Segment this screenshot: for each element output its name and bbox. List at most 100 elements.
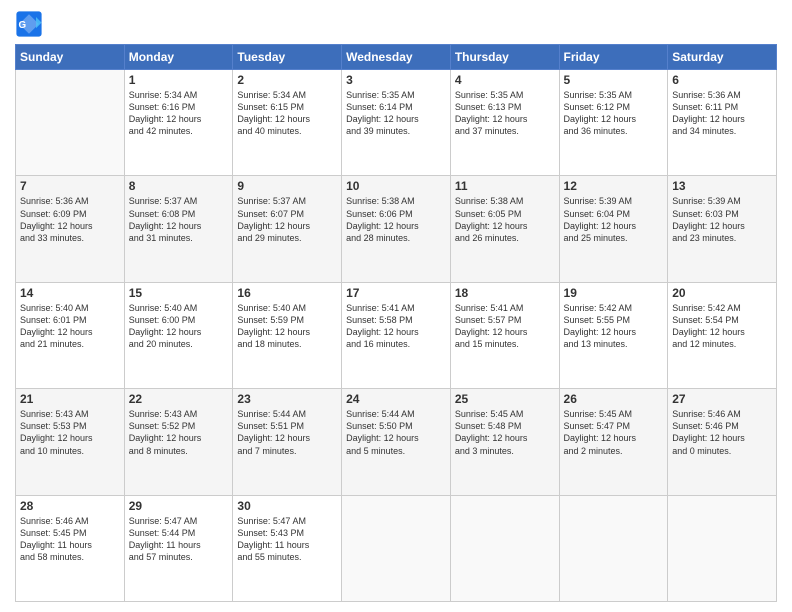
day-cell: 18 Sunrise: 5:41 AM Sunset: 5:57 PM Dayli… [450,282,559,388]
day-cell: 7 Sunrise: 5:36 AM Sunset: 6:09 PM Daylig… [16,176,125,282]
day-number: 27 [672,392,772,406]
day-number: 7 [20,179,120,193]
day-info: Sunrise: 5:47 AM Sunset: 5:43 PM Dayligh… [237,515,337,564]
day-info: Sunrise: 5:39 AM Sunset: 6:03 PM Dayligh… [672,195,772,244]
weekday-header-tuesday: Tuesday [233,45,342,70]
day-cell: 3 Sunrise: 5:35 AM Sunset: 6:14 PM Daylig… [342,70,451,176]
day-info: Sunrise: 5:43 AM Sunset: 5:52 PM Dayligh… [129,408,229,457]
day-number: 12 [564,179,664,193]
day-cell: 19 Sunrise: 5:42 AM Sunset: 5:55 PM Dayli… [559,282,668,388]
day-cell: 30 Sunrise: 5:47 AM Sunset: 5:43 PM Dayli… [233,495,342,601]
day-cell: 28Sunrise: 5:46 AM Sunset: 5:45 PM Dayli… [16,495,125,601]
day-number: 4 [455,73,555,87]
day-info: Sunrise: 5:38 AM Sunset: 6:05 PM Dayligh… [455,195,555,244]
day-number: 17 [346,286,446,300]
day-number: 6 [672,73,772,87]
logo-icon: G [15,10,43,38]
day-cell: 13 Sunrise: 5:39 AM Sunset: 6:03 PM Dayli… [668,176,777,282]
svg-text:G: G [19,20,27,31]
day-info: Sunrise: 5:44 AM Sunset: 5:50 PM Dayligh… [346,408,446,457]
weekday-header-row: SundayMondayTuesdayWednesdayThursdayFrid… [16,45,777,70]
day-info: Sunrise: 5:36 AM Sunset: 6:09 PM Dayligh… [20,195,120,244]
day-number: 10 [346,179,446,193]
day-info: Sunrise: 5:34 AM Sunset: 6:15 PM Dayligh… [237,89,337,138]
day-info: Sunrise: 5:37 AM Sunset: 6:07 PM Dayligh… [237,195,337,244]
day-cell: 23 Sunrise: 5:44 AM Sunset: 5:51 PM Dayli… [233,389,342,495]
day-number: 18 [455,286,555,300]
day-number: 9 [237,179,337,193]
week-row-4: 21 Sunrise: 5:43 AM Sunset: 5:53 PM Dayli… [16,389,777,495]
day-info: Sunrise: 5:40 AM Sunset: 6:00 PM Dayligh… [129,302,229,351]
day-cell: 8Sunrise: 5:37 AM Sunset: 6:08 PM Daylig… [124,176,233,282]
week-row-2: 7 Sunrise: 5:36 AM Sunset: 6:09 PM Daylig… [16,176,777,282]
day-cell: 29Sunrise: 5:47 AM Sunset: 5:44 PM Dayli… [124,495,233,601]
day-cell: 27Sunrise: 5:46 AM Sunset: 5:46 PM Dayli… [668,389,777,495]
day-info: Sunrise: 5:35 AM Sunset: 6:12 PM Dayligh… [564,89,664,138]
weekday-header-saturday: Saturday [668,45,777,70]
day-cell: 25Sunrise: 5:45 AM Sunset: 5:48 PM Dayli… [450,389,559,495]
day-cell: 12Sunrise: 5:39 AM Sunset: 6:04 PM Dayli… [559,176,668,282]
day-cell [450,495,559,601]
day-cell: 10Sunrise: 5:38 AM Sunset: 6:06 PM Dayli… [342,176,451,282]
day-number: 15 [129,286,229,300]
day-info: Sunrise: 5:34 AM Sunset: 6:16 PM Dayligh… [129,89,229,138]
day-info: Sunrise: 5:40 AM Sunset: 6:01 PM Dayligh… [20,302,120,351]
day-number: 29 [129,499,229,513]
day-number: 30 [237,499,337,513]
day-cell: 6 Sunrise: 5:36 AM Sunset: 6:11 PM Daylig… [668,70,777,176]
day-cell: 17Sunrise: 5:41 AM Sunset: 5:58 PM Dayli… [342,282,451,388]
day-info: Sunrise: 5:37 AM Sunset: 6:08 PM Dayligh… [129,195,229,244]
weekday-header-friday: Friday [559,45,668,70]
week-row-1: 1 Sunrise: 5:34 AM Sunset: 6:16 PM Daylig… [16,70,777,176]
weekday-header-monday: Monday [124,45,233,70]
day-cell: 21 Sunrise: 5:43 AM Sunset: 5:53 PM Dayli… [16,389,125,495]
day-number: 13 [672,179,772,193]
day-info: Sunrise: 5:43 AM Sunset: 5:53 PM Dayligh… [20,408,120,457]
day-cell: 1 Sunrise: 5:34 AM Sunset: 6:16 PM Daylig… [124,70,233,176]
day-number: 20 [672,286,772,300]
day-number: 2 [237,73,337,87]
day-cell [342,495,451,601]
weekday-header-wednesday: Wednesday [342,45,451,70]
day-number: 21 [20,392,120,406]
day-info: Sunrise: 5:45 AM Sunset: 5:47 PM Dayligh… [564,408,664,457]
day-number: 1 [129,73,229,87]
week-row-3: 14 Sunrise: 5:40 AM Sunset: 6:01 PM Dayli… [16,282,777,388]
day-number: 19 [564,286,664,300]
day-number: 14 [20,286,120,300]
page: G SundayMondayTuesdayWednesdayThursdayFr… [0,0,792,612]
day-info: Sunrise: 5:35 AM Sunset: 6:13 PM Dayligh… [455,89,555,138]
day-info: Sunrise: 5:35 AM Sunset: 6:14 PM Dayligh… [346,89,446,138]
day-info: Sunrise: 5:42 AM Sunset: 5:55 PM Dayligh… [564,302,664,351]
day-cell: 4 Sunrise: 5:35 AM Sunset: 6:13 PM Daylig… [450,70,559,176]
day-number: 24 [346,392,446,406]
week-row-5: 28Sunrise: 5:46 AM Sunset: 5:45 PM Dayli… [16,495,777,601]
day-number: 5 [564,73,664,87]
day-number: 28 [20,499,120,513]
weekday-header-thursday: Thursday [450,45,559,70]
day-cell: 24 Sunrise: 5:44 AM Sunset: 5:50 PM Dayli… [342,389,451,495]
day-cell: 22 Sunrise: 5:43 AM Sunset: 5:52 PM Dayli… [124,389,233,495]
day-info: Sunrise: 5:36 AM Sunset: 6:11 PM Dayligh… [672,89,772,138]
day-cell: 14 Sunrise: 5:40 AM Sunset: 6:01 PM Dayli… [16,282,125,388]
day-cell: 16 Sunrise: 5:40 AM Sunset: 5:59 PM Dayli… [233,282,342,388]
day-number: 26 [564,392,664,406]
day-cell: 9 Sunrise: 5:37 AM Sunset: 6:07 PM Daylig… [233,176,342,282]
day-cell [668,495,777,601]
day-cell: 15 Sunrise: 5:40 AM Sunset: 6:00 PM Dayli… [124,282,233,388]
day-info: Sunrise: 5:44 AM Sunset: 5:51 PM Dayligh… [237,408,337,457]
day-number: 3 [346,73,446,87]
day-number: 23 [237,392,337,406]
day-info: Sunrise: 5:41 AM Sunset: 5:57 PM Dayligh… [455,302,555,351]
logo: G [15,10,47,38]
day-cell [559,495,668,601]
day-cell: 20Sunrise: 5:42 AM Sunset: 5:54 PM Dayli… [668,282,777,388]
day-cell: 5 Sunrise: 5:35 AM Sunset: 6:12 PM Daylig… [559,70,668,176]
day-cell: 2 Sunrise: 5:34 AM Sunset: 6:15 PM Daylig… [233,70,342,176]
calendar-table: SundayMondayTuesdayWednesdayThursdayFrid… [15,44,777,602]
day-info: Sunrise: 5:40 AM Sunset: 5:59 PM Dayligh… [237,302,337,351]
day-number: 11 [455,179,555,193]
day-info: Sunrise: 5:45 AM Sunset: 5:48 PM Dayligh… [455,408,555,457]
day-number: 22 [129,392,229,406]
day-number: 16 [237,286,337,300]
